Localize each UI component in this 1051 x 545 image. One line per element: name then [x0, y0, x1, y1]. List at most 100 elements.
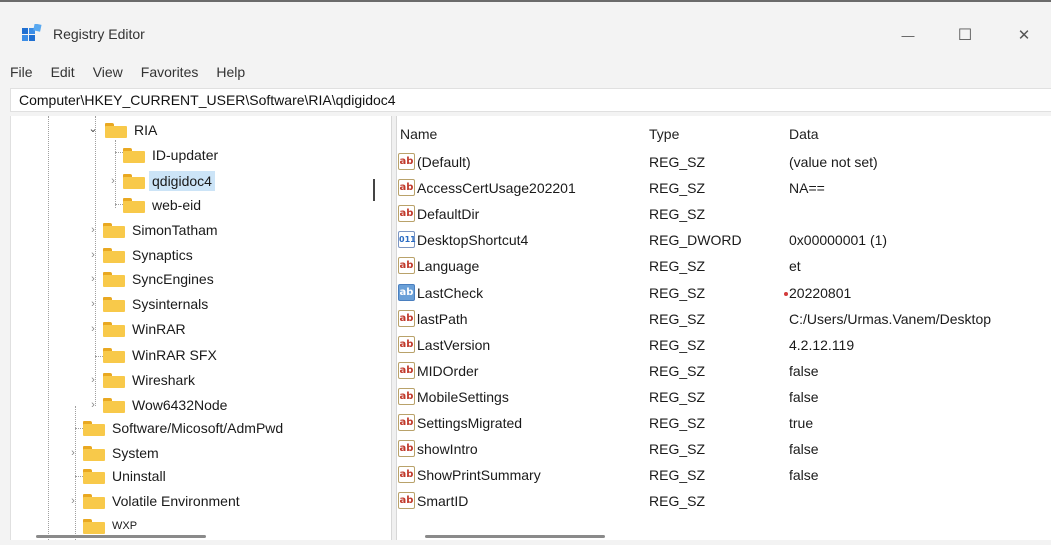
- value-data: true: [789, 415, 814, 431]
- value-name: SmartID: [417, 493, 469, 510]
- value-data: 0x00000001 (1): [789, 232, 888, 249]
- tree-item-sysinternals[interactable]: › Sysinternals: [87, 292, 211, 316]
- chevron-down-icon[interactable]: ⌄: [87, 122, 99, 135]
- chevron-right-icon[interactable]: ›: [87, 249, 99, 261]
- chevron-right-icon[interactable]: ›: [67, 447, 79, 459]
- value-row[interactable]: ab MIDOrder REG_SZ false: [397, 359, 1051, 385]
- string-value-icon: ab: [398, 205, 415, 223]
- tree-item-ria[interactable]: ⌄ RIA: [87, 118, 160, 142]
- value-row[interactable]: ab showIntro REG_SZ false: [397, 437, 1051, 463]
- value-type: REG_SZ: [649, 258, 706, 275]
- folder-icon: [83, 493, 105, 509]
- menu-edit[interactable]: Edit: [42, 60, 84, 84]
- tree-item-volatile-environment[interactable]: › Volatile Environment: [67, 489, 243, 513]
- value-type: REG_SZ: [649, 362, 706, 379]
- values-list[interactable]: Name Type Data ab (Default) REG_SZ (value n…: [397, 116, 1051, 540]
- value-type: REG_DWORD: [649, 232, 742, 249]
- value-row[interactable]: ab MobileSettings REG_SZ false: [397, 385, 1051, 411]
- value-row[interactable]: ab AccessCertUsage202201 REG_SZ NA==: [397, 176, 1051, 202]
- chevron-right-icon[interactable]: ›: [87, 273, 99, 285]
- string-value-icon: ab: [398, 153, 415, 170]
- maximize-button[interactable]: ☐: [942, 20, 988, 50]
- folder-icon: [83, 468, 105, 484]
- close-icon: ✕: [1017, 27, 1031, 44]
- maximize-icon: ☐: [957, 27, 973, 44]
- minimize-icon: —: [901, 27, 915, 43]
- value-name: LastCheck: [417, 284, 484, 301]
- value-row[interactable]: ab lastPath REG_SZ C:/Users/Urmas.Vanem/Des…: [397, 307, 1051, 333]
- folder-icon: [123, 173, 145, 189]
- list-header: Name Type Data: [397, 116, 1051, 144]
- value-data: C:/Users/Urmas.Vanem/Desktop: [789, 310, 992, 327]
- value-row[interactable]: 011 DesktopShortcut4 REG_DWORD 0x00000001 (…: [397, 228, 1051, 254]
- value-type: REG_SZ: [649, 310, 706, 327]
- chevron-right-icon[interactable]: ›: [87, 399, 99, 411]
- close-button[interactable]: ✕: [1001, 20, 1047, 50]
- value-name: DefaultDir: [417, 206, 480, 223]
- chevron-right-icon[interactable]: ›: [87, 374, 99, 386]
- registry-editor-window: Registry Editor — ☐ ✕ File Edit View Fav…: [0, 0, 1051, 545]
- tree-item-syncengines[interactable]: › SyncEngines: [87, 267, 217, 291]
- tree-item-winrar[interactable]: › WinRAR: [87, 317, 189, 341]
- tree-item-system[interactable]: › System: [67, 441, 162, 465]
- tree-guide-line: [48, 116, 49, 540]
- chevron-right-icon[interactable]: ›: [107, 175, 119, 187]
- menu-view[interactable]: View: [84, 60, 132, 84]
- value-row[interactable]: ab LastVersion REG_SZ 4.2.12.119: [397, 333, 1051, 359]
- tree-item-id-updater[interactable]: ID-updater: [123, 143, 221, 167]
- tree-vertical-scroll-thumb[interactable]: [373, 179, 375, 201]
- tree-item-uninstall[interactable]: Uninstall: [83, 464, 169, 488]
- menu-favorites[interactable]: Favorites: [132, 60, 208, 84]
- menu-help[interactable]: Help: [207, 60, 254, 84]
- folder-icon: [123, 147, 145, 163]
- menu-file[interactable]: File: [0, 60, 42, 84]
- value-data: 20220801: [789, 284, 852, 301]
- folder-icon: [103, 372, 125, 388]
- value-data: false: [789, 388, 819, 405]
- column-header-name[interactable]: Name: [400, 126, 437, 142]
- tree-item-synaptics[interactable]: › Synaptics: [87, 243, 196, 267]
- chevron-right-icon[interactable]: ›: [87, 224, 99, 236]
- list-horizontal-scrollbar[interactable]: [425, 535, 605, 538]
- title-bar[interactable]: Registry Editor — ☐ ✕: [0, 2, 1051, 52]
- value-data: false: [789, 467, 819, 484]
- tree-item-winrar-sfx[interactable]: WinRAR SFX: [103, 343, 220, 367]
- chevron-right-icon[interactable]: ›: [67, 495, 79, 507]
- value-row[interactable]: ab DefaultDir REG_SZ: [397, 202, 1051, 228]
- tree-item-wireshark[interactable]: › Wireshark: [87, 368, 198, 392]
- tree-horizontal-scrollbar[interactable]: [36, 535, 206, 538]
- address-bar[interactable]: Computer\HKEY_CURRENT_USER\Software\RIA\…: [10, 88, 1051, 112]
- tree-item-qdigidoc4[interactable]: › qdigidoc4: [107, 169, 215, 193]
- value-row[interactable]: ab SmartID REG_SZ: [397, 489, 1051, 515]
- string-value-icon: ab: [398, 335, 415, 353]
- folder-icon: [103, 296, 125, 312]
- column-header-type[interactable]: Type: [649, 126, 679, 142]
- tree-item-admpwd[interactable]: Software/Micosoft/AdmPwd: [83, 416, 286, 440]
- value-data: false: [789, 362, 819, 379]
- column-header-data[interactable]: Data: [789, 126, 819, 142]
- value-name: DesktopShortcut4: [417, 232, 529, 249]
- value-row[interactable]: ab SettingsMigrated REG_SZ true: [397, 411, 1051, 437]
- chevron-right-icon[interactable]: ›: [87, 323, 99, 335]
- key-tree[interactable]: ⌄ RIA ID-updater › qdigidoc4 web-eid › S…: [10, 116, 391, 540]
- value-type: REG_SZ: [649, 336, 706, 353]
- tree-item-simontatham[interactable]: › SimonTatham: [87, 218, 221, 242]
- string-value-icon: ab: [398, 492, 415, 510]
- folder-icon: [103, 271, 125, 287]
- value-row[interactable]: ab (Default) REG_SZ (value not set): [397, 150, 1051, 176]
- string-value-icon: ab: [398, 283, 415, 301]
- string-value-icon: ab: [398, 387, 415, 405]
- value-row[interactable]: ab LastCheck REG_SZ 20220801: [397, 281, 1051, 307]
- value-row[interactable]: ab Language REG_SZ et: [397, 254, 1051, 280]
- tree-item-wow6432node[interactable]: › Wow6432Node: [87, 393, 230, 417]
- value-type: REG_SZ: [649, 415, 706, 431]
- minimize-button[interactable]: —: [885, 20, 931, 50]
- value-data: NA==: [789, 180, 825, 197]
- tree-item-web-eid[interactable]: web-eid: [123, 193, 204, 217]
- chevron-right-icon[interactable]: ›: [87, 298, 99, 310]
- string-value-icon: ab: [398, 257, 415, 275]
- value-row[interactable]: ab ShowPrintSummary REG_SZ false: [397, 463, 1051, 489]
- string-value-icon: ab: [398, 179, 415, 197]
- value-name: SettingsMigrated: [417, 415, 523, 431]
- value-name: lastPath: [417, 310, 468, 327]
